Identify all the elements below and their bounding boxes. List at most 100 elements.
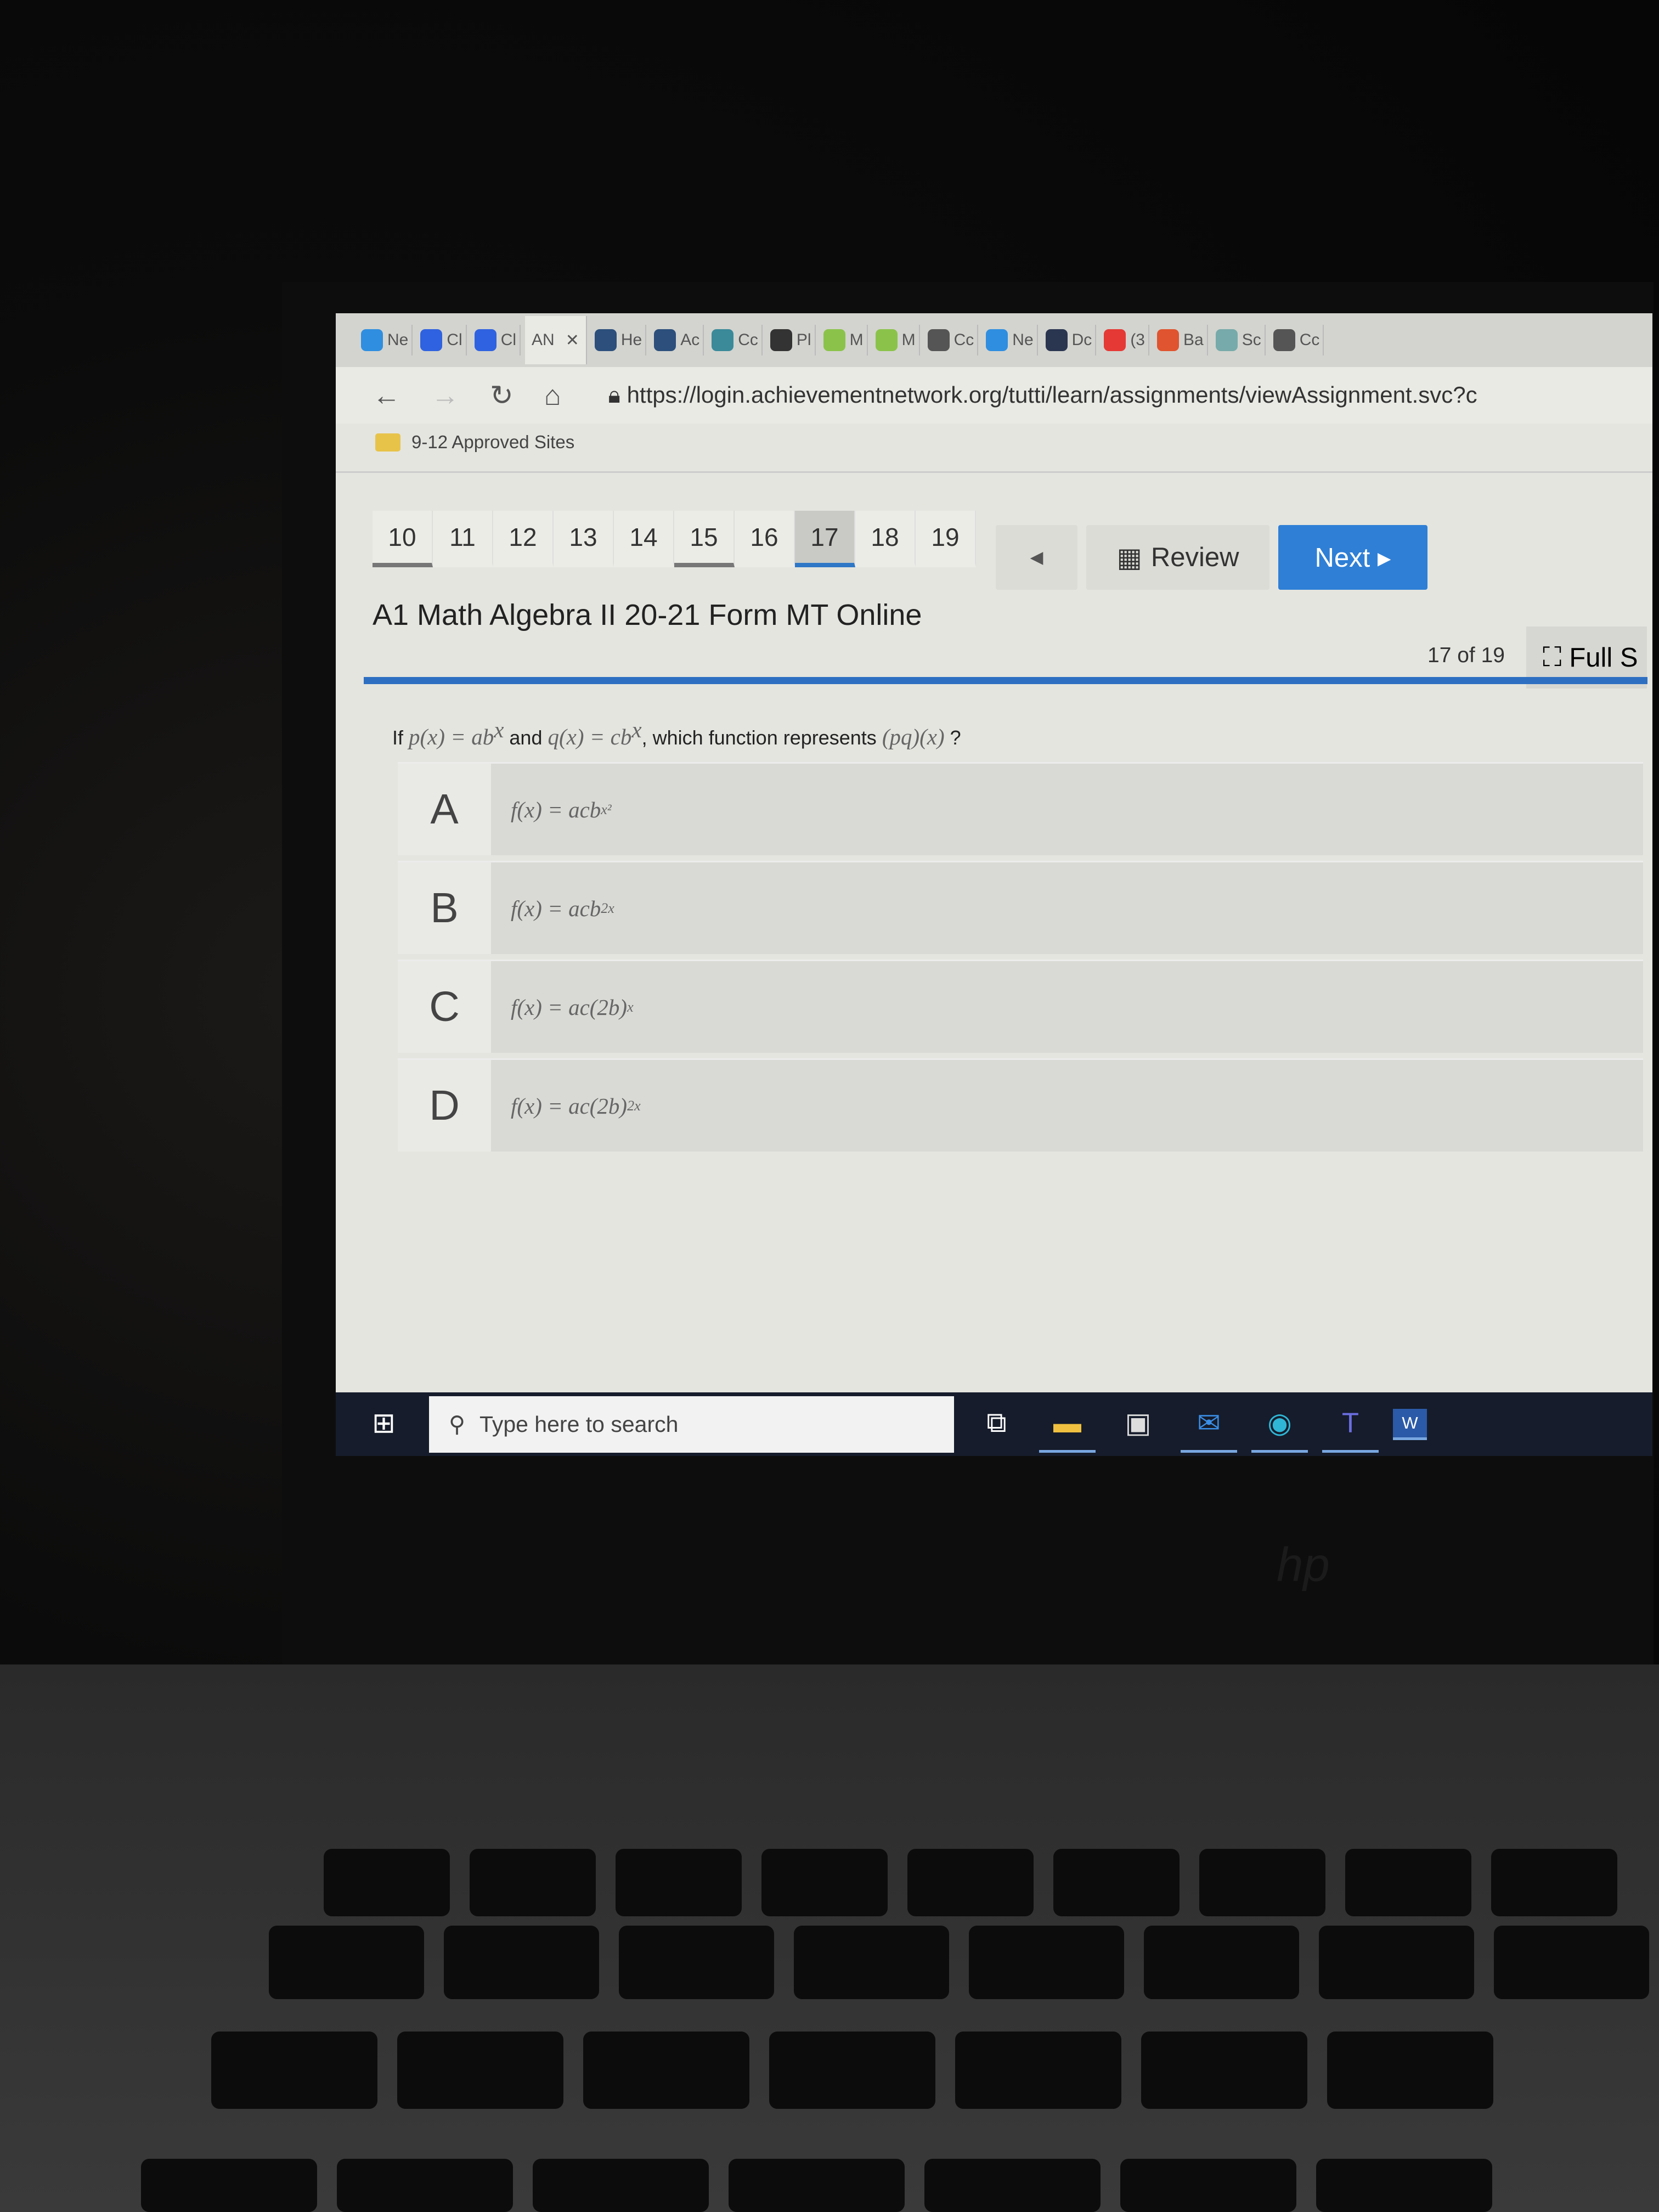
option-expression: f(x) = ac(2b) x (491, 961, 1643, 1053)
browser-tab[interactable]: M (820, 325, 868, 356)
address-bar-row: ← → ↻ ⌂ 🔒︎ https://login.achievementnetw… (336, 367, 1652, 424)
windows-start-icon[interactable]: ⊞ (356, 1396, 412, 1453)
browser-tab[interactable]: He (591, 325, 647, 356)
q-exponent: x (631, 717, 642, 742)
expression-base: f(x) = acb (511, 895, 601, 921)
question-text: If p(x) = abx and q(x) = cbx, which func… (392, 716, 961, 750)
keyboard-key (729, 2159, 905, 2212)
hp-logo: hp (1277, 1538, 1330, 1592)
refresh-icon[interactable]: ↻ (490, 379, 514, 412)
bookmark-approved-sites[interactable]: 9-12 Approved Sites (375, 432, 574, 453)
question-18-button[interactable]: 18 (855, 511, 916, 567)
tab-label: Cc (953, 331, 974, 349)
browser-tab[interactable]: M (872, 325, 920, 356)
previous-button[interactable]: ◀ (996, 525, 1077, 590)
person-icon (1215, 329, 1238, 351)
progress-divider (364, 677, 1647, 684)
q-text: If (392, 726, 409, 749)
browser-tab[interactable]: Cc (924, 325, 979, 356)
file-explorer-icon[interactable]: ▬ (1039, 1396, 1096, 1453)
close-tab-icon[interactable]: ✕ (566, 331, 579, 350)
tab-bar: Ne Cl Cl AN ✕ He Ac Cc Pl M M Cc Ne Dc (3 Ba Sc Cc (336, 313, 1652, 367)
browser-tab[interactable]: AN ✕ (525, 316, 587, 364)
question-12-button[interactable]: 12 (493, 511, 554, 567)
option-letter: C (398, 961, 491, 1053)
browser-tab[interactable]: Ne (358, 325, 413, 356)
mail-icon[interactable]: ✉ (1181, 1396, 1237, 1453)
browser-tab[interactable]: Ba (1154, 325, 1208, 356)
c-icon (474, 329, 496, 351)
power-icon (770, 329, 792, 351)
teams-icon[interactable]: T (1322, 1396, 1379, 1453)
keyboard-key (924, 2159, 1101, 2212)
q-math: = (445, 724, 472, 749)
edge-icon[interactable]: ◉ (1251, 1396, 1308, 1453)
store-icon[interactable]: ▣ (1110, 1396, 1166, 1453)
question-19-button[interactable]: 19 (916, 511, 976, 567)
back-icon[interactable]: ← (373, 379, 400, 411)
word-icon[interactable]: W (1393, 1408, 1427, 1440)
expression-base: f(x) = ac(2b) (511, 1093, 628, 1119)
url-field[interactable]: 🔒︎ https://login.achievementnetwork.org/… (608, 382, 1477, 408)
keyboard-key (1144, 1926, 1299, 1999)
keyboard-key (619, 1926, 774, 1999)
browser-tab[interactable]: Pl (767, 325, 816, 356)
option-letter: B (398, 862, 491, 954)
question-16-button[interactable]: 16 (735, 511, 795, 567)
keyboard-key (533, 2159, 709, 2212)
browser-tab[interactable]: Cc (1270, 325, 1324, 356)
forward-icon[interactable]: → (431, 379, 459, 411)
keyboard-key (955, 2032, 1121, 2109)
browser-tab[interactable]: Sc (1212, 325, 1266, 356)
folder-icon (375, 433, 400, 452)
question-15-button[interactable]: 15 (674, 511, 735, 567)
tab-label: He (620, 331, 642, 349)
tab-label: Cl (447, 331, 462, 349)
browser-tab[interactable]: Cl (471, 325, 521, 356)
c-icon (420, 329, 443, 351)
keyboard-key (397, 2032, 563, 2109)
q-math: p(x) (409, 724, 445, 749)
lock-icon: 🔒︎ (608, 382, 627, 408)
taskbar-search[interactable]: ⚲ Type here to search (429, 1396, 954, 1453)
tab-label: Ne (387, 331, 409, 349)
question-13-button[interactable]: 13 (554, 511, 614, 567)
question-progress: 17 of 19 (1427, 644, 1505, 667)
compass-icon (361, 329, 383, 351)
browser-tab[interactable]: (3 (1101, 325, 1149, 356)
next-button[interactable]: Next ▸ (1278, 525, 1427, 590)
browser-tab[interactable]: Dc (1042, 325, 1097, 356)
q-text: and (504, 726, 548, 749)
question-14-button[interactable]: 14 (614, 511, 674, 567)
expression-exponent: 2x (601, 900, 614, 916)
browser-tab[interactable]: Cl (417, 325, 467, 356)
task-view-icon[interactable]: ⧉ (968, 1396, 1025, 1453)
keyboard-key (1494, 1926, 1649, 1999)
tab-label: AN (532, 331, 555, 349)
answer-option-b[interactable]: Bf(x) = acb 2x (398, 861, 1643, 954)
document-icon (927, 329, 950, 351)
q-math: = (584, 724, 611, 749)
keyboard-key (141, 2159, 317, 2212)
star-icon (712, 329, 734, 351)
calendar-icon: ▦ (1116, 543, 1142, 573)
browser-tab[interactable]: Ac (651, 325, 704, 356)
answer-option-d[interactable]: Df(x) = ac(2b) 2x (398, 1058, 1643, 1152)
q-math: q(x) (548, 724, 584, 749)
answer-option-c[interactable]: Cf(x) = ac(2b) x (398, 960, 1643, 1053)
question-17-button[interactable]: 17 (795, 511, 855, 567)
question-11-button[interactable]: 11 (433, 511, 493, 567)
browser-tab[interactable]: Cc (708, 325, 763, 356)
browser-tab[interactable]: Ne (983, 325, 1038, 356)
search-icon: ⚲ (449, 1412, 466, 1437)
option-letter: D (398, 1060, 491, 1152)
home-icon[interactable]: ⌂ (544, 379, 561, 411)
keyboard-key (1141, 2032, 1307, 2109)
review-button[interactable]: ▦ Review (1086, 525, 1269, 590)
keyboard-key (1345, 1849, 1471, 1916)
option-expression: f(x) = acb 2x (491, 862, 1643, 954)
keyboard-key (444, 1926, 599, 1999)
answer-option-a[interactable]: Af(x) = acb x² (398, 762, 1643, 855)
keyboard-key (1120, 2159, 1296, 2212)
question-10-button[interactable]: 10 (373, 511, 433, 567)
